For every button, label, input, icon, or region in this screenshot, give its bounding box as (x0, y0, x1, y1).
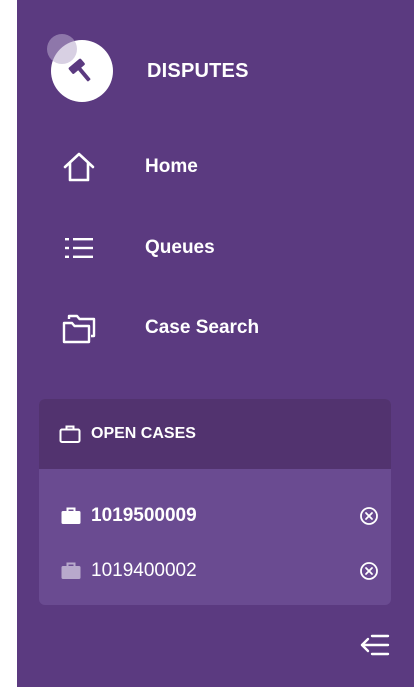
brand: DISPUTES (47, 34, 249, 102)
home-icon (59, 147, 99, 187)
app-title: DISPUTES (147, 59, 249, 82)
folders-icon (59, 308, 99, 348)
nav-label-case-search: Case Search (145, 317, 260, 338)
gavel-icon (68, 58, 91, 82)
close-case-icon[interactable] (357, 559, 381, 583)
open-cases-title: OPEN CASES (91, 425, 196, 442)
briefcase-icon (61, 562, 81, 579)
open-case-item[interactable]: 1019500009 (61, 501, 381, 531)
nav-item-case-search[interactable]: Case Search (59, 308, 259, 348)
briefcase-icon (61, 507, 81, 524)
briefcase-outline-icon (59, 425, 81, 443)
open-case-item[interactable]: 1019400002 (61, 556, 381, 586)
case-id: 1019500009 (91, 505, 197, 526)
open-cases-panel: OPEN CASES 1019500009 1019400002 (39, 399, 391, 605)
open-cases-header: OPEN CASES (39, 399, 391, 469)
nav-label-home: Home (145, 156, 198, 177)
sidebar: DISPUTES Home Queues Case Search OPEN CA… (17, 0, 414, 687)
nav-label-queues: Queues (145, 237, 215, 258)
case-id: 1019400002 (91, 560, 197, 581)
app-logo (47, 34, 113, 102)
nav-item-queues[interactable]: Queues (59, 228, 215, 268)
list-icon (59, 228, 99, 268)
collapse-sidebar-icon[interactable] (358, 632, 392, 658)
close-case-icon[interactable] (357, 504, 381, 528)
nav-item-home[interactable]: Home (59, 147, 198, 187)
